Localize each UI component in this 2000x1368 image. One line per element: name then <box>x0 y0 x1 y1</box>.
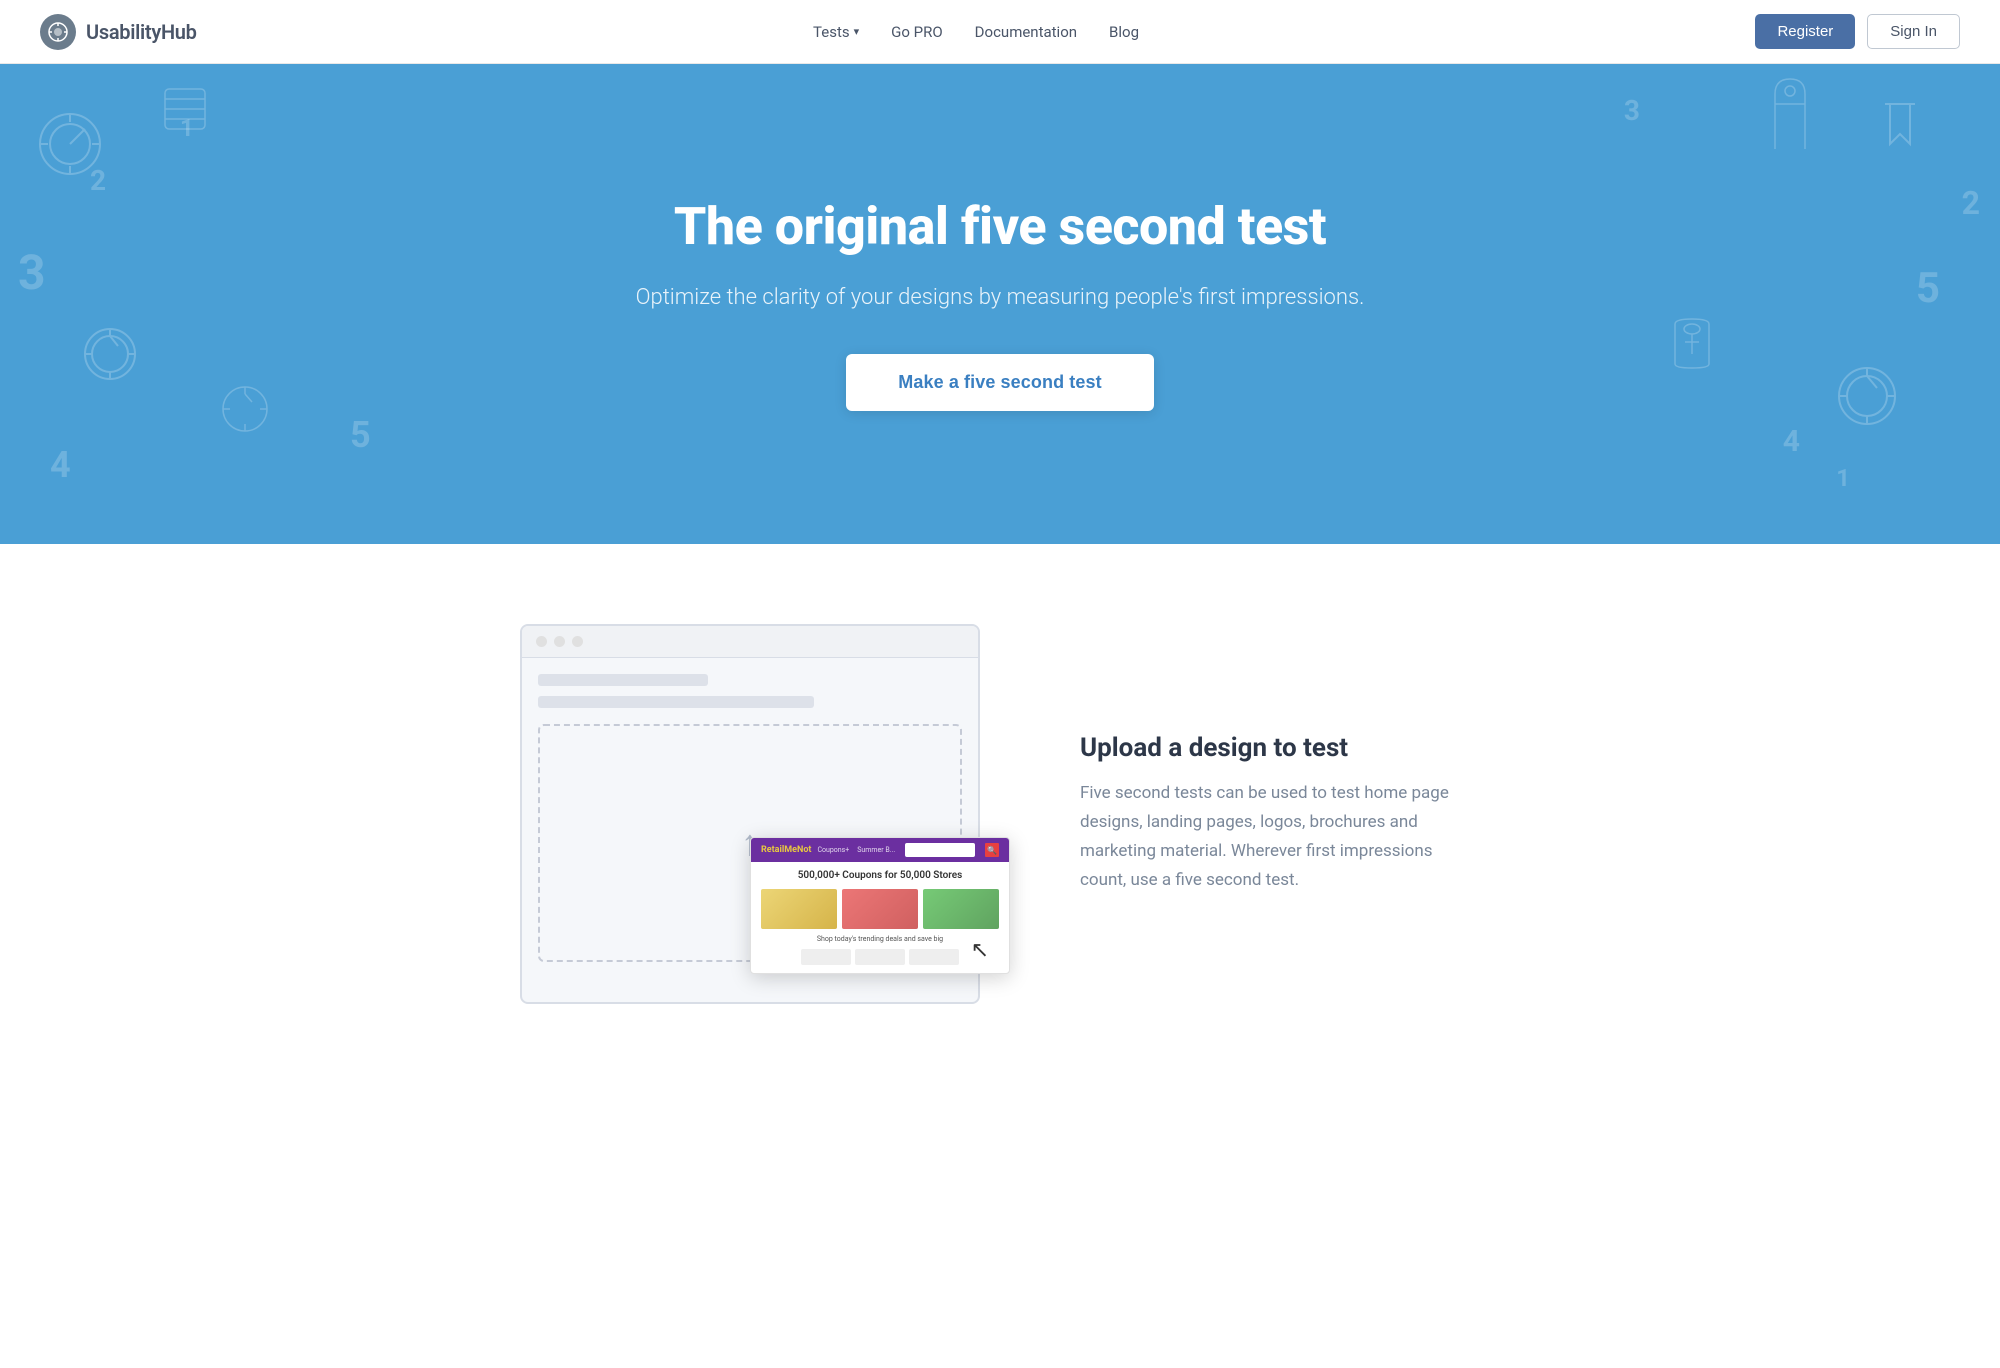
navbar: UsabilityHub Tests Go PRO Documentation … <box>0 0 2000 64</box>
screenshot-products <box>761 889 999 929</box>
logo-item-2 <box>855 949 905 965</box>
logo-item-3 <box>909 949 959 965</box>
nav-item-blog[interactable]: Blog <box>1109 22 1139 41</box>
screenshot-nav: Coupons+ Summer B... <box>817 846 895 854</box>
dot-red <box>536 636 547 647</box>
cta-button[interactable]: Make a five second test <box>846 354 1153 411</box>
cursor-icon: ↖ <box>971 938 989 963</box>
placeholder-bar-2 <box>538 696 814 708</box>
inner-screenshot: RetailMeNot Coupons+ Summer B... 🔍 500,0… <box>750 837 1010 974</box>
nav-links: Tests Go PRO Documentation Blog <box>813 22 1139 41</box>
nav-item-tests[interactable]: Tests <box>813 23 859 41</box>
nav-link-tests[interactable]: Tests <box>813 23 859 41</box>
hero-title: The original five second test <box>636 197 1365 257</box>
nav-link-pro[interactable]: Go PRO <box>891 23 943 41</box>
screenshot-search-icon: 🔍 <box>985 843 999 857</box>
screenshot-logo: RetailMeNot <box>761 845 811 855</box>
dot-green <box>572 636 583 647</box>
nav-link-blog[interactable]: Blog <box>1109 23 1139 41</box>
nav-right: Register Sign In <box>1755 14 1960 49</box>
product-1 <box>761 889 837 929</box>
screenshot-logos <box>761 949 999 965</box>
screenshot-subtitle: Shop today's trending deals and save big <box>761 935 999 943</box>
dot-yellow <box>554 636 565 647</box>
content-section: ↑ RetailMeNot Coupons+ Summer B... 🔍 500… <box>400 544 1600 1084</box>
section1-text: Upload a design to test Five second test… <box>1080 733 1480 895</box>
hero-subtitle: Optimize the clarity of your designs by … <box>636 281 1365 314</box>
browser-mockup: ↑ RetailMeNot Coupons+ Summer B... 🔍 500… <box>520 624 1000 1004</box>
browser-chrome <box>522 626 978 658</box>
screenshot-topbar: RetailMeNot Coupons+ Summer B... 🔍 <box>751 838 1009 862</box>
register-button[interactable]: Register <box>1755 14 1855 49</box>
section1-title: Upload a design to test <box>1080 733 1480 763</box>
logo-icon <box>40 14 76 50</box>
product-3 <box>923 889 999 929</box>
section1-body: Five second tests can be used to test ho… <box>1080 779 1480 895</box>
hero-content: The original five second test Optimize t… <box>636 197 1365 411</box>
nav-item-docs[interactable]: Documentation <box>975 22 1077 41</box>
nav-link-docs[interactable]: Documentation <box>975 23 1077 41</box>
logo[interactable]: UsabilityHub <box>40 14 197 50</box>
screenshot-title: 500,000+ Coupons for 50,000 Stores <box>761 870 999 881</box>
screenshot-search <box>905 843 975 857</box>
logo-item-1 <box>801 949 851 965</box>
placeholder-bar-1 <box>538 674 708 686</box>
nav-item-pro[interactable]: Go PRO <box>891 22 943 41</box>
signin-button[interactable]: Sign In <box>1867 14 1960 49</box>
logo-text: UsabilityHub <box>86 20 197 44</box>
hero-section: 3 4 2 2 5 4 5 3 1 1 The original five se… <box>0 64 2000 544</box>
product-2 <box>842 889 918 929</box>
